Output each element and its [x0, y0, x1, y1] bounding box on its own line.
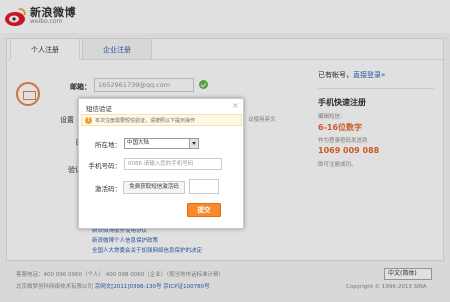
dialog-title: 短信验证 — [86, 105, 112, 113]
get-code-button[interactable]: 免费获取短信激活码 — [123, 181, 185, 194]
location-select[interactable]: 中国大陆 — [124, 138, 199, 149]
code-input[interactable] — [189, 179, 219, 194]
close-icon[interactable]: × — [232, 101, 239, 110]
chevron-down-icon — [189, 139, 198, 148]
notice-text: 本次注册需要短信验证，请按照以下提示操作 — [95, 118, 196, 124]
location-label: 所在地： — [95, 141, 121, 149]
warning-icon: ! — [85, 117, 92, 124]
code-label: 激活码： — [95, 185, 121, 193]
phone-label: 手机号码： — [88, 162, 122, 170]
phone-input[interactable]: 0086 请输入您的手机号码 — [124, 158, 222, 170]
submit-button[interactable]: 提交 — [187, 203, 221, 217]
notice-bar: ! 本次注册需要短信验证，请按照以下提示操作 — [81, 114, 242, 126]
sms-verify-dialog: 短信验证 × ! 本次注册需要短信验证，请按照以下提示操作 所在地： 中国大陆 … — [78, 98, 244, 229]
location-value: 中国大陆 — [127, 140, 150, 146]
